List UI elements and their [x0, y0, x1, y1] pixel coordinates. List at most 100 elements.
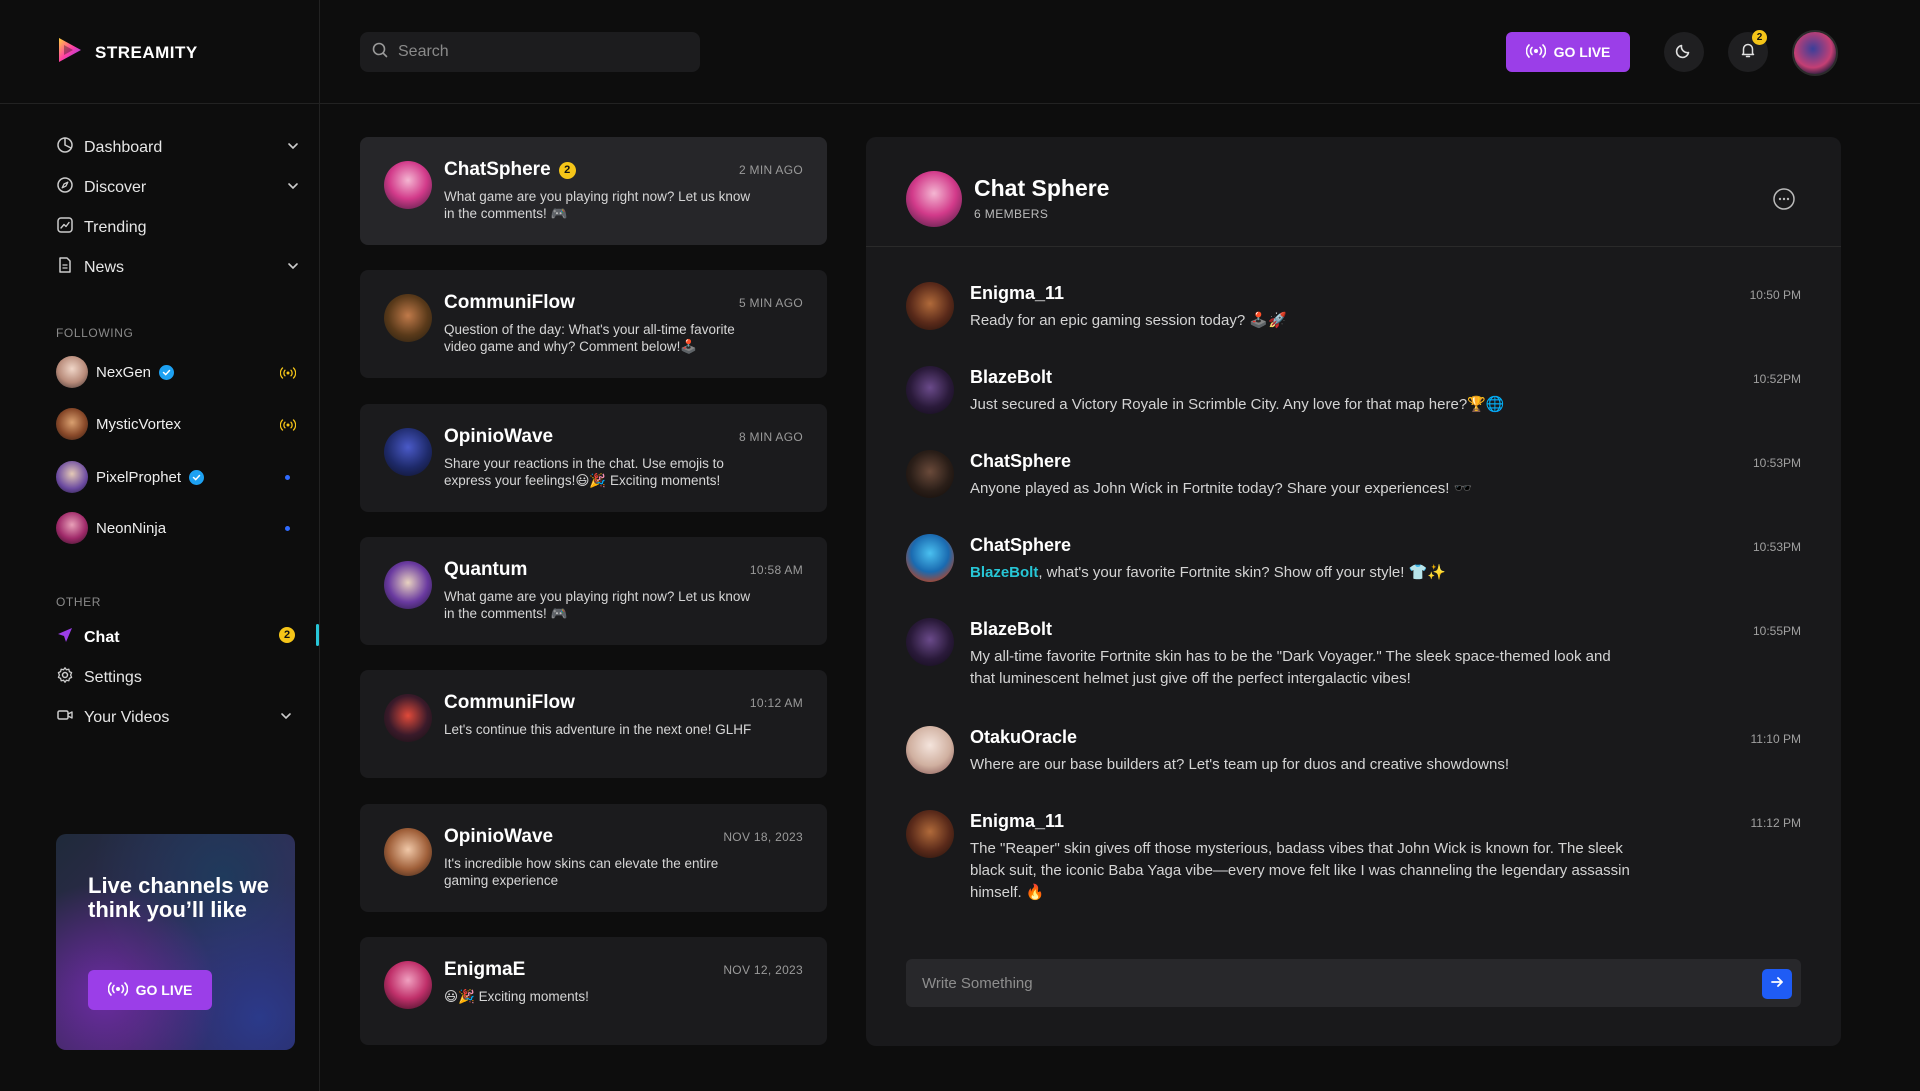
chevron-down-icon[interactable]: [286, 179, 300, 198]
avatar: [56, 461, 88, 493]
more-options-icon[interactable]: [1772, 187, 1796, 211]
following-name: MysticVortex: [96, 415, 182, 433]
avatar: [384, 961, 432, 1009]
message-time: 10:52PM: [1752, 372, 1801, 386]
broadcast-icon: [1525, 43, 1546, 62]
message-author: ChatSphere: [970, 535, 1072, 555]
avatar: [906, 450, 954, 498]
notifications-button[interactable]: 2: [1728, 30, 1768, 72]
verified-icon: [159, 364, 175, 380]
avatar: [384, 561, 432, 609]
search-icon: [372, 42, 388, 63]
avatar: [384, 428, 432, 476]
following-item-pixelprophet[interactable]: PixelProphet: [56, 461, 205, 493]
online-status-dot: [285, 526, 290, 531]
conversation-item[interactable]: EnigmaE NOV 12, 2023 😃🎉 Exciting moments…: [360, 937, 827, 1045]
avatar: [56, 408, 88, 440]
message-author: Enigma_11: [970, 283, 1065, 303]
gear-icon: [56, 666, 74, 689]
conversation-preview: 😃🎉 Exciting moments!: [444, 989, 589, 1004]
conversation-name: OpinioWave: [444, 426, 554, 447]
trending-icon: [56, 216, 74, 239]
live-broadcast-icon: [279, 366, 297, 384]
message-time: 10:53PM: [1752, 456, 1801, 470]
message-text: Where are our base builders at? Let's te…: [970, 756, 1509, 773]
active-indicator: [316, 624, 319, 646]
conversation-item[interactable]: OpinioWave 8 MIN AGO Share your reaction…: [360, 404, 827, 512]
conversation-name: CommuniFlow: [444, 292, 575, 313]
message-text: Just secured a Victory Royale in Scrimbl…: [970, 396, 1505, 413]
user-avatar[interactable]: [1792, 30, 1838, 76]
conversation-item[interactable]: OpinioWave NOV 18, 2023 It's incredible …: [360, 804, 827, 912]
conversation-name: ChatSphere: [444, 159, 551, 180]
following-section-label: FOLLOWING: [56, 326, 134, 340]
notification-count-badge: 2: [1752, 30, 1767, 45]
search-bar[interactable]: [360, 32, 700, 72]
message-author: BlazeBolt: [970, 367, 1053, 387]
conversation-item[interactable]: Quantum 10:58 AM What game are you playi…: [360, 537, 827, 645]
chevron-down-icon[interactable]: [286, 139, 300, 158]
message-author: BlazeBolt: [970, 619, 1053, 639]
conversation-name: OpinioWave: [444, 826, 554, 847]
conversation-item[interactable]: ChatSphere 2 2 MIN AGO What game are you…: [360, 137, 827, 245]
following-item-nexgen[interactable]: NexGen: [56, 356, 175, 388]
avatar: [906, 534, 954, 582]
conversation-preview: It's incredible how skins can elevate th…: [444, 856, 719, 888]
following-name: NexGen: [96, 363, 152, 381]
message-text-body: , what's your favorite Fortnite skin? Sh…: [1038, 564, 1446, 581]
sidebar-item-label: News: [84, 258, 125, 276]
avatar: [384, 828, 432, 876]
brand[interactable]: STREAMITY: [55, 36, 198, 69]
sidebar-item-label: Settings: [84, 668, 142, 686]
sidebar-item-chat[interactable]: Chat: [56, 626, 120, 649]
chevron-down-icon[interactable]: [279, 709, 293, 728]
following-item-neonninja[interactable]: NeonNinja: [56, 512, 166, 544]
message-author: OtakuOracle: [970, 727, 1078, 747]
sidebar-item-label: Trending: [84, 218, 147, 236]
broadcast-icon: [107, 981, 128, 1000]
sidebar-item-dashboard[interactable]: Dashboard: [56, 136, 162, 159]
avatar: [906, 618, 954, 666]
arrow-right-icon: [1769, 974, 1785, 995]
conversation-time: 5 MIN AGO: [738, 296, 803, 310]
message-time: 10:53PM: [1752, 540, 1801, 554]
following-name: PixelProphet: [96, 468, 182, 486]
sidebar-item-settings[interactable]: Settings: [56, 666, 142, 689]
message-input[interactable]: [922, 971, 1722, 995]
conversation-preview: Question of the day: What's your all-tim…: [444, 322, 735, 354]
video-camera-icon: [56, 706, 74, 729]
go-live-label: GO LIVE: [1553, 44, 1611, 60]
sidebar-item-discover[interactable]: Discover: [56, 176, 146, 199]
conversation-name-row: ChatSphere 2: [444, 159, 576, 181]
following-item-mysticvortex[interactable]: MysticVortex: [56, 408, 181, 440]
document-icon: [56, 256, 74, 279]
following-name: NeonNinja: [96, 519, 167, 537]
search-input[interactable]: [398, 43, 678, 61]
sidebar-divider: [319, 0, 320, 1091]
conversation-preview: What game are you playing right now? Let…: [444, 189, 751, 221]
promo-go-live-button[interactable]: GO LIVE: [88, 970, 212, 1010]
bell-icon: [1739, 41, 1757, 64]
chat-member-count: 6 MEMBERS: [974, 207, 1049, 221]
go-live-button[interactable]: GO LIVE: [1506, 32, 1630, 72]
sidebar-item-trending[interactable]: Trending: [56, 216, 147, 239]
chat-title: Chat Sphere: [974, 175, 1110, 201]
verified-icon: [189, 469, 205, 485]
moon-icon: [1675, 41, 1693, 64]
conversation-time: NOV 12, 2023: [723, 963, 803, 977]
chevron-down-icon[interactable]: [286, 259, 300, 278]
theme-toggle-button[interactable]: [1664, 32, 1704, 72]
sidebar-item-label: Your Videos: [84, 708, 170, 726]
conversation-time: 10:12 AM: [749, 696, 803, 710]
user-mention[interactable]: BlazeBolt: [970, 564, 1038, 581]
message-time: 10:55PM: [1752, 624, 1801, 638]
conversation-item[interactable]: CommuniFlow 5 MIN AGO Question of the da…: [360, 270, 827, 378]
send-button[interactable]: [1762, 969, 1792, 999]
conversation-time: 10:58 AM: [749, 563, 803, 577]
sidebar-item-news[interactable]: News: [56, 256, 124, 279]
sidebar-item-your-videos[interactable]: Your Videos: [56, 706, 169, 729]
avatar: [384, 161, 432, 209]
conversation-item[interactable]: CommuniFlow 10:12 AM Let's continue this…: [360, 670, 827, 778]
message-text: My all-time favorite Fortnite skin has t…: [970, 648, 1611, 687]
conversation-preview: What game are you playing right now? Let…: [444, 589, 751, 621]
